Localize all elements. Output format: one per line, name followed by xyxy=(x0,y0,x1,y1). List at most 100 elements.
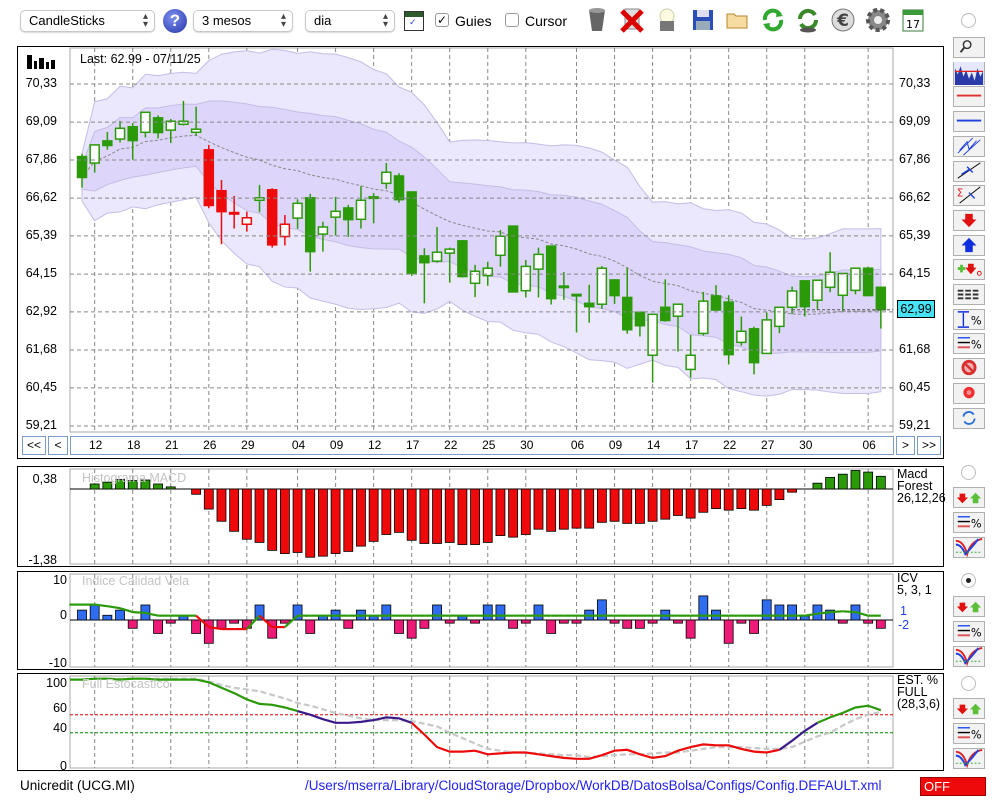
macd-bar xyxy=(279,488,290,554)
price-tick-left: 64,15 xyxy=(25,266,57,281)
candle-body xyxy=(292,202,303,219)
candle-body xyxy=(431,251,443,262)
candle-body xyxy=(330,210,341,218)
icv-signal-line xyxy=(842,610,856,614)
candle-body xyxy=(457,240,468,278)
sell-signal-button[interactable] xyxy=(953,209,985,231)
add-signal-button[interactable] xyxy=(953,259,985,281)
record-button[interactable] xyxy=(953,382,985,404)
candle-body xyxy=(102,140,113,147)
macd-bar xyxy=(774,488,785,500)
price-tick-right: 67,86 xyxy=(899,151,931,166)
macd-bar xyxy=(875,475,886,490)
price-tick-left: 65,39 xyxy=(25,227,57,242)
blue-line-button[interactable] xyxy=(953,111,985,133)
price-tick-right: 69,09 xyxy=(899,114,931,129)
grid-lines-button[interactable] xyxy=(953,284,985,305)
icv-bar xyxy=(787,604,797,621)
icv-bar xyxy=(470,619,480,624)
icv-bar xyxy=(863,619,874,624)
fibonacci-channel-button[interactable] xyxy=(953,135,985,157)
macd-bar xyxy=(241,488,252,540)
date-label: 30 xyxy=(799,438,813,452)
macd-tick: -1,38 xyxy=(28,553,58,567)
range-percent-button[interactable]: % xyxy=(953,308,985,330)
macd-signals-button[interactable] xyxy=(953,487,985,508)
icv-signals-button[interactable] xyxy=(953,596,985,617)
blue-line-icon xyxy=(956,119,982,122)
icv-bar xyxy=(191,619,202,634)
macd-bar xyxy=(267,488,278,551)
price-tick-right: 66,62 xyxy=(899,190,931,205)
date-label: 17 xyxy=(684,438,699,452)
candle-body xyxy=(317,226,329,235)
indicator-overlay-button[interactable] xyxy=(953,61,985,85)
candle-body xyxy=(672,303,684,317)
icv-panel-radio[interactable] xyxy=(961,573,976,588)
date-label: 06 xyxy=(570,438,585,452)
sigma-trendline-button[interactable]: Σ xyxy=(953,185,985,207)
macd-bar xyxy=(787,488,797,493)
icv-bar xyxy=(673,619,683,624)
macd-panel-radio[interactable] xyxy=(961,465,976,480)
price-tick-right: 61,68 xyxy=(899,342,931,357)
stochastic-title: Full Estocastico xyxy=(82,677,170,691)
icv-bar xyxy=(89,604,100,621)
nav-last-button[interactable]: >> xyxy=(917,436,941,455)
stochastic-d-line xyxy=(81,677,882,759)
candle-body xyxy=(634,311,646,327)
stochastic-signals-button[interactable] xyxy=(953,698,985,719)
icv-bar xyxy=(774,604,785,621)
icv-bar xyxy=(444,619,455,624)
date-label: 18 xyxy=(127,438,141,452)
icv-bar xyxy=(571,619,582,624)
icv-signal-line xyxy=(107,605,121,610)
sync-button[interactable] xyxy=(953,407,985,429)
candle-body xyxy=(710,295,722,311)
macd-bar xyxy=(432,488,442,544)
stochastic-panel-radio[interactable] xyxy=(961,676,976,691)
macd-bar xyxy=(685,488,696,519)
date-axis[interactable]: 12 18 21 26 29 04 09 12 17 22 25 30 06 09 14 17 22 27 30 06 xyxy=(70,436,894,455)
clear-drawings-button[interactable] xyxy=(953,358,985,380)
icv-oscillator-button[interactable] xyxy=(953,646,985,667)
date-label: 29 xyxy=(241,438,255,452)
macd-bar xyxy=(850,470,861,490)
red-line-button[interactable] xyxy=(953,86,985,108)
buy-signal-button[interactable] xyxy=(953,234,985,256)
off-status-button[interactable]: OFF xyxy=(920,777,986,796)
config-path-link[interactable]: /Users/mserra/Library/CloudStorage/Dropb… xyxy=(305,778,881,793)
macd-levels-button[interactable]: % xyxy=(953,512,985,533)
icv-signal-line xyxy=(817,611,831,615)
icv-bar xyxy=(419,619,430,629)
candle-body xyxy=(419,255,430,264)
nav-first-button[interactable]: << xyxy=(22,436,46,455)
candle-body xyxy=(583,302,595,308)
add-signal-icon xyxy=(957,264,982,277)
date-label: 22 xyxy=(722,438,737,452)
candle-body xyxy=(736,330,747,344)
macd-bar xyxy=(165,486,176,490)
icv-levels-button[interactable]: % xyxy=(953,621,985,642)
macd-oscillator-button[interactable] xyxy=(953,537,985,558)
arrow-signals-icon xyxy=(956,492,982,504)
candle-body xyxy=(228,211,240,215)
trendline-button[interactable] xyxy=(953,160,985,182)
macd-bar xyxy=(330,488,341,554)
macd-bar xyxy=(571,488,582,529)
date-label: 27 xyxy=(761,438,775,452)
stoch-params: (28,3,6) xyxy=(897,697,941,711)
macd-bar xyxy=(825,476,836,490)
stochastic-oscillator-button[interactable] xyxy=(953,748,985,769)
macd-bar xyxy=(191,488,202,495)
nav-next-button[interactable]: > xyxy=(896,436,915,455)
level-percent-button[interactable]: % xyxy=(953,333,985,355)
macd-bar xyxy=(863,471,874,490)
nav-prev-button[interactable]: < xyxy=(48,436,68,455)
zoom-button[interactable] xyxy=(953,37,985,58)
stochastic-levels-button[interactable]: % xyxy=(953,723,985,744)
candle-body xyxy=(444,248,455,254)
stochastic-tick: 0 xyxy=(60,759,67,773)
macd-bar xyxy=(673,488,683,516)
macd-bar xyxy=(495,488,506,536)
